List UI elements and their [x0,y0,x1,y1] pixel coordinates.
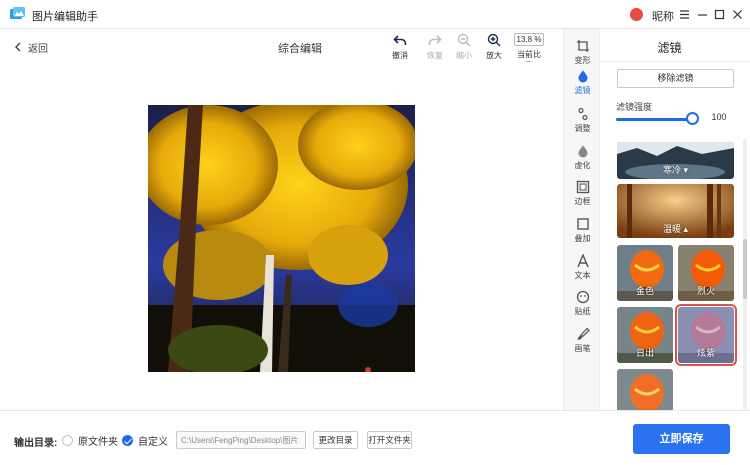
tool-crop-label: 变形 [574,56,591,65]
zoom-out-label: 缩小 [456,51,472,60]
page-title: 综合编辑 [278,43,322,55]
output-path-input[interactable] [176,431,306,449]
minimize-button[interactable] [694,5,710,23]
photo-preview[interactable] [148,105,415,372]
tool-sticker[interactable]: 贴纸 [564,290,601,317]
filter-scrollbar-thumb[interactable] [743,239,747,299]
panel-title: 滤镜 [657,41,682,55]
zoom-in-icon [487,33,501,47]
tool-text-label: 文本 [574,271,591,280]
tool-filter[interactable]: 滤镜 [564,69,601,96]
filter-icon [578,70,587,83]
filter-thumb-sunrise[interactable]: 日出 [617,307,673,363]
tool-crop[interactable]: 变形 [564,39,601,66]
blur-icon [578,145,587,158]
filter-thumb-elegant[interactable]: 淡雅 [617,369,673,410]
category-cold-label: 寒冷 ▾ [662,165,689,175]
radio-original-folder[interactable]: 原文件夹 [62,433,118,448]
undo-button[interactable]: 撤消 [385,33,415,61]
strength-slider-handle[interactable] [686,112,699,125]
close-button[interactable] [729,5,745,23]
tool-filter-label: 滤镜 [574,86,591,95]
category-cold[interactable]: 寒冷 ▾ [617,142,734,179]
minimize-icon [697,13,707,16]
redo-button[interactable]: 恢复 [420,33,450,61]
menu-button[interactable] [676,5,692,23]
radio-custom-label: 自定义 [138,437,168,448]
canvas-area [0,62,563,410]
strength-label: 滤镜强度 [616,102,653,112]
category-warm-label: 温暖 ▴ [662,224,689,234]
border-icon [576,180,589,194]
app-title: 图片编辑助手 [32,11,98,23]
zoom-in-label: 放大 [486,51,502,60]
zoom-out-button[interactable]: 缩小 [449,33,479,61]
tool-text[interactable]: 文本 [564,254,601,281]
title-bar: 图片编辑助手 昵称 [0,0,750,29]
filter-fire-label: 烈火 [696,286,715,296]
adjust-icon [577,107,588,121]
strength-value[interactable]: 100 [704,109,734,126]
undo-label: 撤消 [392,51,408,60]
filter-gold-label: 金色 [635,286,654,296]
filter-purple-label: 炫紫 [696,348,715,358]
tool-border-label: 边框 [574,197,591,206]
redo-label: 恢复 [427,51,443,60]
remove-filter-button[interactable]: 移除滤镜 [617,69,734,88]
tool-overlay-label: 叠加 [574,234,591,243]
chevron-left-icon [15,42,21,52]
filter-thumb-gold[interactable]: 金色 [617,245,673,301]
zoom-in-button[interactable]: 放大 [479,33,509,61]
side-tools-column: 变形 滤镜 调整 虚化 边框 叠加 文本 贴纸 画笔 [563,29,600,410]
tool-border[interactable]: 边框 [564,180,601,207]
avatar[interactable] [630,8,643,21]
output-dir-label: 输出目录: [14,438,58,449]
brush-icon [576,327,590,340]
radio-custom-folder[interactable]: 自定义 [122,433,168,448]
nickname-label[interactable]: 昵称 [652,8,674,24]
footer-bar: 输出目录: 原文件夹 自定义 更改目录 打开文件夹 立即保存 [0,410,750,465]
tool-adjust-label: 调整 [574,124,591,133]
radio-original-dot[interactable] [62,435,73,446]
tool-sticker-label: 贴纸 [574,307,591,316]
tool-overlay[interactable]: 叠加 [564,217,601,244]
radio-original-label: 原文件夹 [78,437,118,448]
tool-brush[interactable]: 画笔 [564,327,601,354]
filter-sunrise-label: 日出 [635,348,654,358]
strength-slider-track[interactable] [616,118,691,121]
app-logo-icon [10,7,25,19]
panel-divider [601,61,750,62]
back-button[interactable]: 返回 [14,40,48,55]
tool-adjust[interactable]: 调整 [564,107,601,134]
open-folder-button[interactable]: 打开文件夹 [367,431,412,449]
tool-brush-label: 画笔 [574,344,591,353]
back-label: 返回 [28,43,48,55]
filter-panel: 滤镜 移除滤镜 滤镜强度 100 寒冷 ▾ 温暖 ▴ 金色 烈火 日出 炫紫 [601,29,750,410]
sticker-icon [576,290,589,304]
maximize-button[interactable] [711,5,727,23]
filter-scrollbar[interactable] [743,139,747,410]
overlay-icon [576,218,589,230]
zoom-value: 13.8 % [514,33,544,46]
crop-icon [576,40,589,52]
menu-icon [679,9,689,19]
close-icon [732,9,742,19]
change-directory-button[interactable]: 更改目录 [313,431,358,449]
zoom-out-icon [457,33,471,47]
maximize-icon [714,9,724,19]
balloon-thumbnail-elegant [617,369,673,410]
text-icon [576,254,589,268]
filter-list: 寒冷 ▾ 温暖 ▴ 金色 烈火 日出 炫紫 [601,139,738,410]
radio-custom-dot[interactable] [122,435,133,446]
filter-thumb-fire[interactable]: 烈火 [678,245,734,301]
save-now-button[interactable]: 立即保存 [633,424,730,454]
redo-icon [428,35,442,45]
tool-blur[interactable]: 虚化 [564,144,601,171]
category-warm[interactable]: 温暖 ▴ [617,184,734,238]
filter-thumb-purple[interactable]: 炫紫 [675,304,737,366]
tool-blur-label: 虚化 [574,161,591,170]
undo-icon [393,35,407,45]
